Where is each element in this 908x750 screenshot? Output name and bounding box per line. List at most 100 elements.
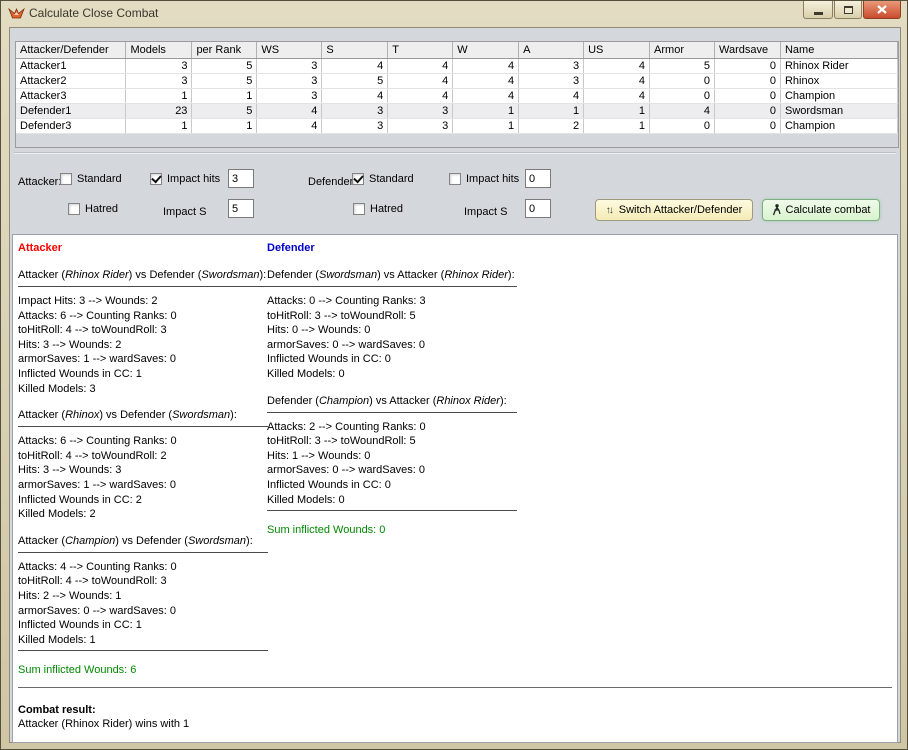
column-header-t[interactable]: T [388,42,453,58]
attacker-results-column: AttackerAttacker (Rhinox Rider) vs Defen… [18,242,268,676]
switch-attacker-defender-button[interactable]: ↑↓ Switch Attacker/Defender [595,199,753,221]
result-line: armorSaves: 0 --> wardSaves: 0 [18,604,268,619]
unit-name: Champion [319,395,369,407]
titlebar[interactable]: Calculate Close Combat [1,1,907,26]
table-row-defender1[interactable]: Defender123543311140Swordsman [16,103,898,118]
table-cell: 3 [388,103,453,118]
defender-impact-hits-input[interactable] [525,169,551,188]
table-cell: Attacker1 [16,58,126,73]
table-row-attacker1[interactable]: Attacker13534443450Rhinox Rider [16,58,898,73]
table-cell: 0 [715,73,781,88]
heading-text: Attacker ( [18,269,65,281]
result-line: toHitRoll: 3 --> toWoundRoll: 5 [267,309,517,324]
defender-impact-hits-checkbox[interactable]: Impact hits [449,173,519,185]
column-header-us[interactable]: US [584,42,650,58]
maximize-button[interactable] [834,1,862,19]
section-separator [14,152,896,154]
table-cell: Champion [780,118,897,133]
table-cell: 3 [126,58,192,73]
column-header-attacker-defender[interactable]: Attacker/Defender [16,42,126,58]
heading-underline [18,552,268,553]
table-cell: 4 [584,88,650,103]
table-row-attacker3[interactable]: Attacker31134444400Champion [16,88,898,103]
column-header-ws[interactable]: WS [257,42,322,58]
attacker-impact-s-input[interactable] [228,199,254,218]
table-cell: 4 [322,88,388,103]
heading-underline [267,286,517,287]
table-cell: 0 [715,103,781,118]
table-cell: Defender1 [16,103,126,118]
table-cell: 4 [388,58,453,73]
result-block-heading: Attacker (Rhinox Rider) vs Defender (Swo… [18,269,268,283]
unit-name: Rhinox Rider [436,395,500,407]
table-row-defender3[interactable]: Defender31143312100Champion [16,118,898,133]
result-line: Attacks: 4 --> Counting Ranks: 0 [18,560,268,575]
column-header-wardsave[interactable]: Wardsave [715,42,781,58]
column-header-per-rank[interactable]: per Rank [192,42,257,58]
heading-text: Attacker ( [18,535,65,547]
unit-name: Rhinox Rider [444,269,508,281]
content-area: Attacker/DefenderModelsper RankWSSTWAUSA… [9,27,901,743]
heading-text: ) vs Defender ( [129,269,202,281]
result-block-heading: Defender (Champion) vs Attacker (Rhinox … [267,395,517,409]
table-cell: 1 [453,103,519,118]
table-cell: 4 [388,73,453,88]
table-cell: 3 [257,73,322,88]
column-header-armor[interactable]: Armor [650,42,715,58]
close-button[interactable] [863,1,901,19]
calculate-combat-button[interactable]: Calculate combat [762,199,880,221]
unit-name: Swordsman [319,269,377,281]
table-cell: 1 [584,118,650,133]
unit-name: Champion [65,535,115,547]
table-cell: 3 [519,73,584,88]
result-line: Impact Hits: 3 --> Wounds: 2 [18,294,268,309]
result-line: Hits: 3 --> Wounds: 3 [18,463,268,478]
heading-text: ) vs Attacker ( [369,395,436,407]
table-cell: Rhinox Rider [780,58,897,73]
unit-name: Rhinox Rider [65,269,129,281]
result-line: Killed Models: 3 [18,382,268,397]
table-cell: Attacker3 [16,88,126,103]
checkbox-icon [68,203,80,215]
result-line: toHitRoll: 4 --> toWoundRoll: 3 [18,574,268,589]
column-header-s[interactable]: S [322,42,388,58]
result-line: Hits: 1 --> Wounds: 0 [267,449,517,464]
combat-result-section: Combat result: Attacker (Rhinox Rider) w… [18,687,892,731]
minimize-button[interactable] [803,1,833,19]
column-header-a[interactable]: A [519,42,584,58]
unit-name: Swordsman [201,269,259,281]
result-line: Inflicted Wounds in CC: 0 [267,352,517,367]
checkbox-checked-icon [352,173,364,185]
table-cell: 0 [715,58,781,73]
attacker-hatred-checkbox[interactable]: Hatred [68,203,118,215]
table-cell: Attacker2 [16,73,126,88]
result-line: Inflicted Wounds in CC: 1 [18,367,268,382]
app-icon [8,6,25,21]
defender-hatred-checkbox[interactable]: Hatred [353,203,403,215]
switch-arrows-icon: ↑↓ [606,205,614,216]
units-table: Attacker/DefenderModelsper RankWSSTWAUSA… [16,42,898,134]
unit-name: Swordsman [172,409,230,421]
unit-name: Rhinox [65,409,99,421]
table-cell: 1 [584,103,650,118]
column-header-name[interactable]: Name [780,42,897,58]
heading-text: ) vs Attacker ( [377,269,444,281]
table-row-attacker2[interactable]: Attacker23535443400Rhinox [16,73,898,88]
heading-text: ): [230,409,237,421]
column-header-w[interactable]: W [453,42,519,58]
defender-impact-s-input[interactable] [525,199,551,218]
checkbox-icon [353,203,365,215]
attacker-impact-hits-input[interactable] [228,169,254,188]
table-cell: 3 [519,58,584,73]
result-block-heading: Attacker (Rhinox) vs Defender (Swordsman… [18,409,268,423]
defender-standard-checkbox[interactable]: Standard [352,173,414,185]
table-cell: 5 [650,58,715,73]
table-cell: 1 [192,118,257,133]
heading-text: ) vs Defender ( [99,409,172,421]
column-header-models[interactable]: Models [126,42,192,58]
result-line: Hits: 2 --> Wounds: 1 [18,589,268,604]
table-cell: 4 [322,58,388,73]
attacker-impact-hits-checkbox[interactable]: Impact hits [150,173,220,185]
table-cell: 5 [192,58,257,73]
attacker-standard-checkbox[interactable]: Standard [60,173,122,185]
